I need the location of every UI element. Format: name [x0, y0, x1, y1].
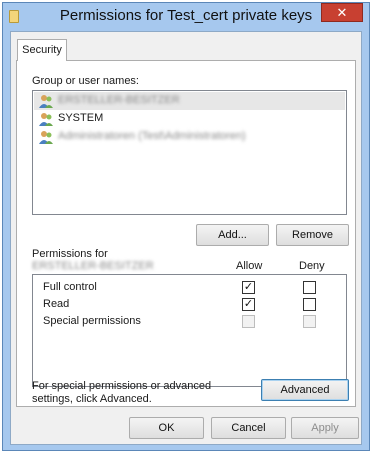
list-item[interactable]: Administratoren (Test\Administratoren)	[34, 128, 345, 146]
deny-full-control-checkbox[interactable]	[303, 281, 316, 294]
remove-button[interactable]: Remove	[276, 224, 349, 246]
security-tab-panel: Group or user names: ERSTELLER-BESITZER …	[16, 60, 356, 407]
add-button[interactable]: Add...	[196, 224, 269, 246]
apply-button: Apply	[291, 417, 359, 439]
permissions-list: Full control ✓ Read ✓ Special permission…	[32, 274, 347, 387]
permissions-dialog: Permissions for Test_cert private keys ✕…	[2, 2, 370, 451]
deny-header: Deny	[299, 260, 325, 272]
permission-row: Full control ✓	[33, 279, 346, 296]
title-bar[interactable]: Permissions for Test_cert private keys ✕	[3, 3, 369, 31]
allow-header: Allow	[236, 260, 263, 272]
dialog-body: Security Group or user names: ERSTELLER-…	[10, 31, 362, 445]
deny-special-checkbox	[303, 315, 316, 328]
deny-read-checkbox[interactable]	[303, 298, 316, 311]
users-icon	[39, 113, 53, 126]
user-name: Administratoren (Test\Administratoren)	[58, 130, 246, 142]
users-icon	[39, 131, 53, 144]
allow-special-checkbox	[242, 315, 255, 328]
user-list[interactable]: ERSTELLER-BESITZER SYSTEM Administratore…	[32, 90, 347, 215]
allow-full-control-checkbox[interactable]: ✓	[242, 281, 255, 294]
users-icon	[39, 95, 53, 108]
window-title: Permissions for Test_cert private keys	[59, 7, 313, 24]
ok-button[interactable]: OK	[129, 417, 204, 439]
permissions-for-label: Permissions for	[32, 248, 108, 260]
permission-row: Read ✓	[33, 296, 346, 313]
advanced-hint: For special permissions or advanced sett…	[32, 380, 212, 405]
permission-label: Full control	[43, 281, 97, 293]
user-name: ERSTELLER-BESITZER	[58, 94, 180, 106]
permission-label: Read	[43, 298, 70, 310]
list-item[interactable]: SYSTEM	[34, 110, 345, 128]
advanced-button[interactable]: Advanced	[261, 379, 349, 401]
close-button[interactable]: ✕	[321, 3, 363, 22]
user-name: SYSTEM	[58, 112, 104, 124]
list-item[interactable]: ERSTELLER-BESITZER	[34, 92, 345, 110]
permissions-principal: ERSTELLER-BESITZER	[32, 260, 154, 272]
permission-row: Special permissions	[33, 313, 346, 330]
allow-read-checkbox[interactable]: ✓	[242, 298, 255, 311]
group-names-label: Group or user names:	[32, 75, 139, 87]
cancel-button[interactable]: Cancel	[211, 417, 286, 439]
tab-security[interactable]: Security	[17, 39, 67, 61]
permission-label: Special permissions	[43, 315, 141, 327]
